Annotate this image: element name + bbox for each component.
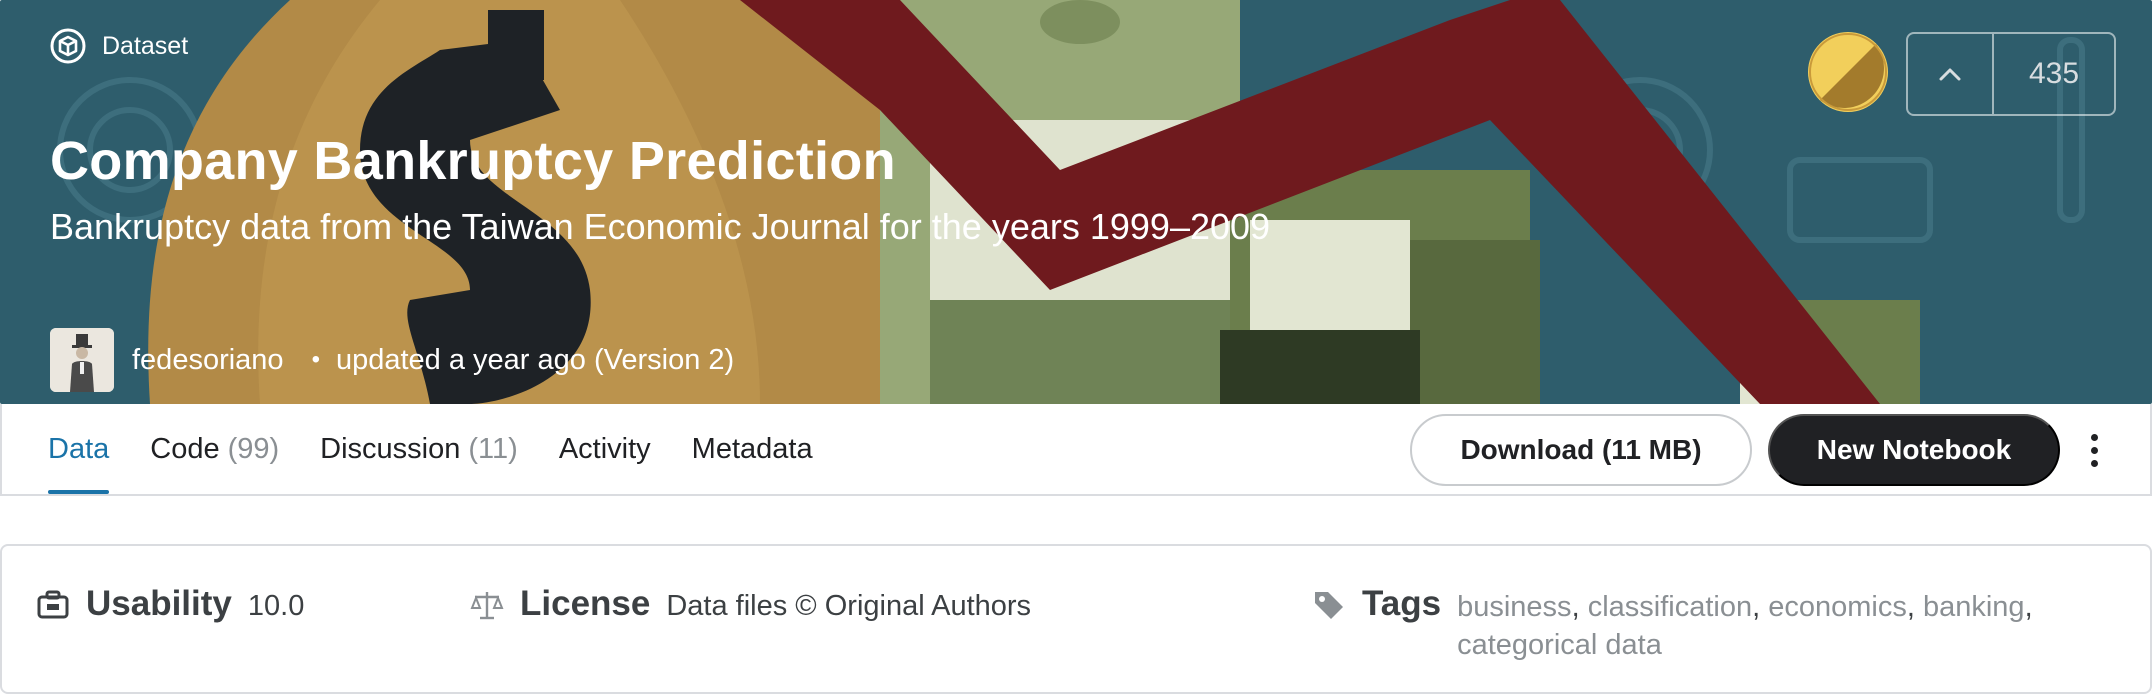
page-title: Company Bankruptcy Prediction: [50, 131, 896, 191]
tab-count: (11): [468, 432, 518, 465]
chevron-up-icon: [1939, 68, 1961, 81]
tag-list: business, classification, economics, ban…: [1457, 591, 2033, 661]
usability-icon: [37, 590, 69, 619]
tag-icon: [1315, 592, 1343, 619]
tab-label: Activity: [558, 432, 651, 465]
dataset-meta-card: Usability 10.0 License Data files © Orig…: [0, 544, 2152, 694]
page-subtitle: Bankruptcy data from the Taiwan Economic…: [50, 206, 1271, 247]
license-section: License Data files © Original Authors: [470, 584, 1031, 624]
new-notebook-button[interactable]: New Notebook: [1768, 414, 2060, 486]
license-label: License: [520, 584, 651, 623]
dataset-type-label: Dataset: [50, 28, 188, 64]
dataset-type-text: Dataset: [102, 31, 189, 60]
usability-section: Usability 10.0: [36, 584, 304, 624]
upvote-widget: 435: [1906, 32, 2116, 116]
updated-text: updated a year ago (Version 2): [335, 343, 735, 376]
tab-code[interactable]: Code (99): [150, 404, 279, 494]
tab-count: (99): [227, 432, 280, 465]
upvote-count: 435: [2028, 57, 2080, 90]
tab-label: Code: [150, 432, 220, 465]
tabs: Data Code (99) Discussion (11) Activity …: [48, 404, 854, 494]
download-button[interactable]: Download (11 MB): [1410, 414, 1752, 486]
tag-link[interactable]: economics: [1768, 591, 1907, 623]
author-line: fedesoriano • updated a year ago (Versio…: [50, 328, 734, 392]
more-options-icon[interactable]: [2082, 428, 2106, 472]
gold-medal-icon[interactable]: [1808, 32, 1888, 112]
tag-link[interactable]: categorical data: [1457, 629, 1662, 661]
tab-label: Data: [48, 432, 110, 465]
usability-value: 10.0: [247, 590, 305, 622]
upvote-button[interactable]: [1908, 34, 1994, 114]
tag-link[interactable]: business: [1457, 591, 1571, 623]
usability-label: Usability: [86, 584, 232, 623]
author-name[interactable]: fedesoriano: [132, 344, 284, 377]
tab-metadata[interactable]: Metadata: [692, 404, 813, 494]
license-value: Data files © Original Authors: [666, 590, 1032, 622]
tab-label: Discussion: [320, 432, 461, 465]
scale-icon: [470, 592, 504, 620]
tags-section: Tags business, classification, economics…: [1312, 584, 2097, 664]
dataset-banner: Dataset Company Bankruptcy Prediction Ba…: [0, 0, 2152, 404]
tags-label: Tags: [1362, 584, 1442, 623]
avatar[interactable]: [50, 328, 114, 392]
tab-label: Metadata: [691, 432, 813, 465]
tab-activity[interactable]: Activity: [559, 404, 651, 494]
tab-data[interactable]: Data: [48, 404, 110, 494]
tag-link[interactable]: classification: [1588, 591, 1752, 623]
separator-dot: •: [311, 346, 320, 373]
tab-discussion[interactable]: Discussion (11): [320, 404, 518, 494]
dataset-tab-bar: Data Code (99) Discussion (11) Activity …: [0, 404, 2152, 496]
tag-link[interactable]: banking: [1923, 591, 2025, 623]
dataset-icon: [50, 28, 86, 64]
